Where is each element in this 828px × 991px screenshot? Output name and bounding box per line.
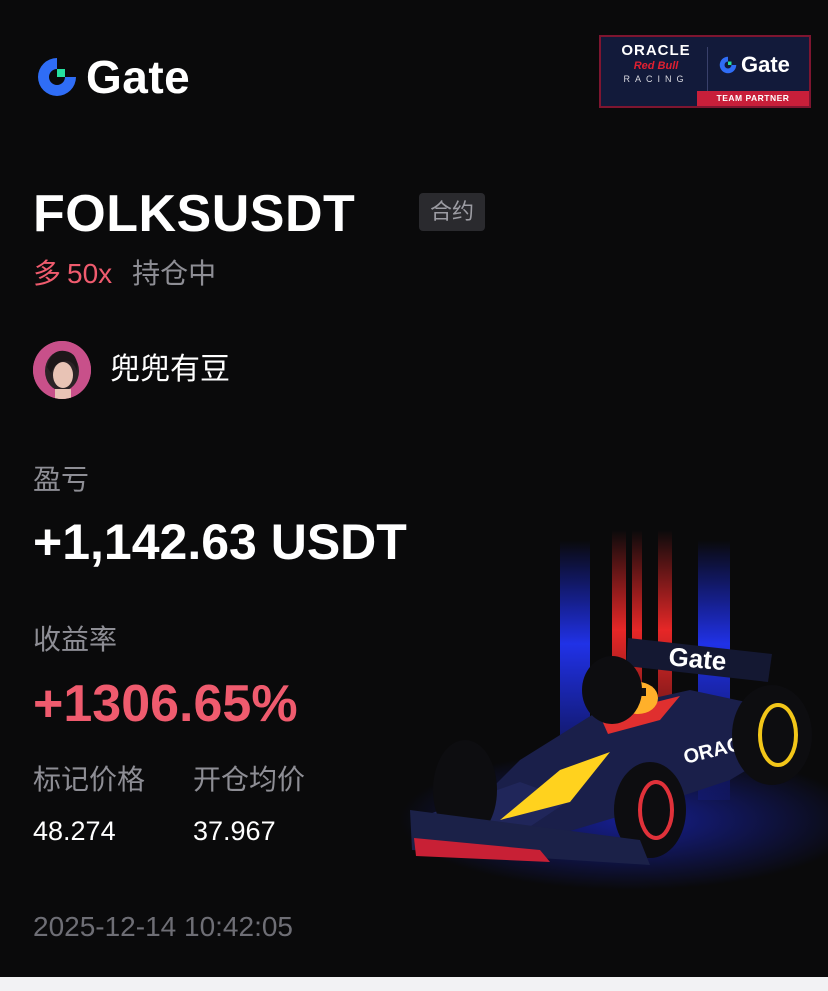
roi-value: +1306.65% <box>33 675 298 733</box>
entry-price-value: 37.967 <box>193 816 276 846</box>
leverage: 50x <box>67 258 113 289</box>
rear-wing-text: Gate <box>667 641 727 676</box>
partner-badge: ORACLE Red Bull RACING Gate TEAM PARTNER <box>599 35 811 108</box>
avatar <box>33 341 91 399</box>
partner-logos: ORACLE Red Bull RACING <box>611 43 701 85</box>
position-status: 持仓中 <box>132 258 217 289</box>
pnl-value: +1,142.63 USDT <box>33 514 407 570</box>
partner-gate-text: Gate <box>741 52 790 77</box>
gate-logo-small-icon <box>719 56 737 74</box>
pnl-label: 盈亏 <box>33 464 90 495</box>
partner-divider <box>707 47 708 91</box>
redbull-text: Red Bull <box>633 60 679 72</box>
avatar-image <box>33 341 91 399</box>
team-partner-label: TEAM PARTNER <box>697 91 809 106</box>
position-info: 多 50x 持仓中 <box>33 256 216 292</box>
gate-brand: Gate <box>34 54 190 100</box>
rear-wheel <box>732 685 812 785</box>
bottom-strip <box>0 977 828 991</box>
contract-symbol: FOLKSUSDT <box>33 185 356 243</box>
entry-price-label: 开仓均价 <box>193 764 306 795</box>
mark-price-label: 标记价格 <box>33 764 146 795</box>
f1-car-illustration: Gate ORACLE <box>400 530 828 890</box>
rear-wheel <box>582 656 642 724</box>
position-side: 多 <box>33 258 62 289</box>
roi-label: 收益率 <box>33 624 118 655</box>
brand-name: Gate <box>86 51 191 103</box>
partner-gate-logo: Gate <box>718 54 790 76</box>
oracle-text: ORACLE <box>621 42 691 59</box>
gate-logo-icon <box>38 58 76 96</box>
username: 兜兜有豆 <box>110 353 230 386</box>
racing-text: RACING <box>623 74 689 84</box>
mark-price-value: 48.274 <box>33 816 116 846</box>
timestamp: 2025-12-14 10:42:05 <box>33 911 293 942</box>
contract-type-tag: 合约 <box>419 193 486 231</box>
